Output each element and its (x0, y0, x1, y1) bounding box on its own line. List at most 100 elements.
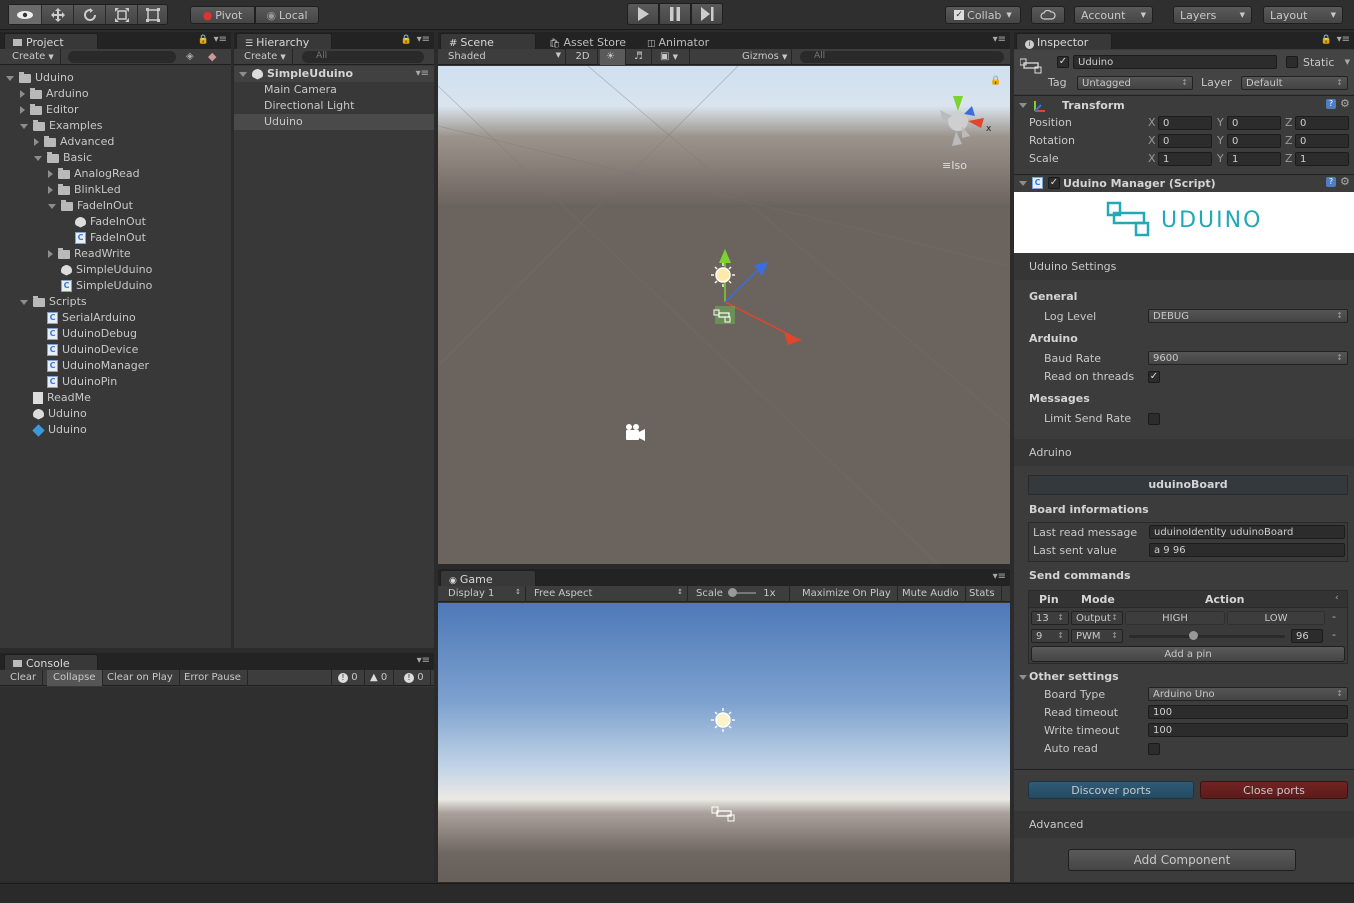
project-tree-item[interactable]: C SerialArduino (34, 310, 136, 326)
project-tree-item[interactable]: C SimpleUduino (48, 278, 152, 294)
project-tree-item[interactable]: Basic (34, 150, 92, 166)
remove-pin-button[interactable]: - (1332, 628, 1336, 641)
y-field[interactable]: 0 (1227, 134, 1281, 148)
cloud-button[interactable] (1031, 6, 1065, 24)
layers-dropdown[interactable]: Layers ▼ (1173, 6, 1252, 24)
help-icon[interactable]: ? (1326, 177, 1336, 187)
panel-menu-icon[interactable]: ▾≡ (417, 34, 430, 45)
mode-dropdown[interactable]: PWM (1071, 629, 1123, 643)
tab-scene[interactable]: # Scene (440, 33, 536, 49)
game-viewport[interactable] (438, 603, 1010, 882)
lock-icon[interactable]: 🔒 (401, 35, 412, 45)
scene-search-input[interactable]: All (800, 51, 1004, 63)
scale-slider-thumb[interactable] (728, 588, 738, 597)
collapse-arrow-icon[interactable] (20, 90, 25, 98)
foldout-arrow-icon[interactable] (1019, 675, 1027, 680)
z-field[interactable]: 1 (1295, 152, 1349, 166)
layout-dropdown[interactable]: Layout ▼ (1263, 6, 1343, 24)
log-level-dropdown[interactable]: DEBUG (1148, 309, 1348, 323)
tab-game[interactable]: ◉ Game (440, 570, 536, 586)
aspect-dropdown[interactable]: Free Aspect ↕ (528, 586, 688, 602)
project-tree-item[interactable]: Uduino (6, 70, 74, 86)
expand-arrow-icon[interactable] (6, 75, 14, 81)
tab-inspector[interactable]: i Inspector (1016, 33, 1112, 49)
component-enabled-checkbox[interactable]: ✓ (1048, 177, 1060, 189)
tab-asset-store[interactable]: 🛍 Asset Store (540, 33, 633, 49)
hierarchy-create-dropdown[interactable]: Create ▼ (238, 49, 293, 65)
scene-viewport[interactable]: x ≡Iso 🔒 (438, 66, 1010, 564)
panel-menu-icon[interactable]: ▾≡ (417, 655, 430, 666)
read-timeout-field[interactable]: 100 (1148, 705, 1348, 719)
effects-toggle-button[interactable]: ▣ ▼ (654, 49, 690, 65)
z-field[interactable]: 0 (1295, 116, 1349, 130)
rotate-tool-button[interactable] (73, 5, 105, 24)
game-scale-slider[interactable]: Scale 1x (690, 586, 790, 602)
auto-read-checkbox[interactable] (1148, 743, 1160, 755)
project-tree-item[interactable]: Editor (20, 102, 79, 118)
audio-toggle-button[interactable]: ♬ (628, 49, 652, 65)
project-tree-item[interactable]: Uduino (20, 422, 87, 438)
low-button[interactable]: LOW (1227, 611, 1325, 625)
project-tree-item[interactable]: FadeInOut (62, 214, 146, 230)
tag-dropdown[interactable]: Untagged (1077, 76, 1193, 90)
collapse-arrow-icon[interactable] (48, 186, 53, 194)
console-warn-toggle[interactable]: ▲ 0 (364, 670, 395, 686)
collapse-arrow-icon[interactable] (34, 138, 39, 146)
pin-dropdown[interactable]: 13 (1031, 611, 1069, 625)
hierarchy-item[interactable]: Main Camera (234, 82, 434, 98)
project-tree-item[interactable]: C UduinoManager (34, 358, 149, 374)
foldout-arrow-icon[interactable] (1019, 181, 1027, 186)
scale-slider-track[interactable] (728, 588, 757, 597)
rect-tool-button[interactable] (137, 5, 168, 24)
tab-animator[interactable]: ◫ Animator (638, 33, 716, 49)
limit-send-rate-checkbox[interactable] (1148, 413, 1160, 425)
pivot-button[interactable]: ● Pivot (190, 6, 255, 24)
static-checkbox[interactable] (1286, 56, 1298, 68)
collapse-arrow-icon[interactable] (48, 170, 53, 178)
lighting-toggle-button[interactable]: ☀ (600, 49, 626, 65)
project-tree-item[interactable]: Scripts (20, 294, 87, 310)
project-tree-item[interactable]: Arduino (20, 86, 89, 102)
add-pin-button[interactable]: Add a pin (1031, 646, 1345, 662)
console-error-toggle[interactable]: ! 0 (398, 670, 431, 686)
pwm-slider-thumb[interactable] (1189, 631, 1199, 640)
mute-audio-toggle[interactable]: Mute Audio (896, 586, 966, 602)
high-button[interactable]: HIGH (1125, 611, 1225, 625)
panel-menu-icon[interactable]: ▾≡ (993, 571, 1006, 582)
expand-arrow-icon[interactable] (20, 123, 28, 129)
filter-type-icon[interactable]: ◈ (186, 51, 194, 62)
board-type-dropdown[interactable]: Arduino Uno (1148, 687, 1348, 701)
y-field[interactable]: 0 (1227, 116, 1281, 130)
display-dropdown[interactable]: Display 1 ↕ (442, 586, 526, 602)
move-tool-button[interactable] (41, 5, 73, 24)
tab-hierarchy[interactable]: ☰ Hierarchy (236, 33, 332, 49)
console-log-area[interactable] (0, 687, 434, 881)
hierarchy-item[interactable]: Uduino (234, 114, 434, 130)
expand-arrow-icon[interactable] (48, 203, 56, 209)
close-ports-button[interactable]: Close ports (1200, 781, 1348, 799)
project-tree-item[interactable]: C UduinoDebug (34, 326, 137, 342)
project-tree-item[interactable]: BlinkLed (48, 182, 121, 198)
discover-ports-button[interactable]: Discover ports (1028, 781, 1194, 799)
collapse-arrow-icon[interactable] (48, 250, 53, 258)
mode-dropdown[interactable]: Output (1071, 611, 1123, 625)
scene-menu-icon[interactable]: ▾≡ (416, 66, 429, 82)
lock-icon[interactable]: 🔒 (198, 35, 209, 45)
2d-toggle-button[interactable]: 2D (568, 49, 598, 65)
gizmos-dropdown[interactable]: Gizmos ▼ (736, 49, 792, 65)
project-tree-item[interactable]: C UduinoPin (34, 374, 117, 390)
project-create-dropdown[interactable]: Create ▼ (6, 49, 61, 65)
foldout-arrow-icon[interactable] (1019, 103, 1027, 108)
x-field[interactable]: 0 (1158, 116, 1212, 130)
lock-icon[interactable]: 🔒 (990, 76, 1001, 86)
tab-project[interactable]: Project (4, 33, 98, 49)
baud-rate-dropdown[interactable]: 9600 (1148, 351, 1348, 365)
write-timeout-field[interactable]: 100 (1148, 723, 1348, 737)
project-tree-item[interactable]: AnalogRead (48, 166, 140, 182)
hierarchy-scene-row[interactable]: SimpleUduino ▾≡ (234, 66, 434, 82)
hand-tool-button[interactable] (9, 5, 41, 24)
collab-button[interactable]: ✓ Collab ▼ (945, 6, 1021, 24)
expand-arrow-icon[interactable] (20, 299, 28, 305)
pin-dropdown[interactable]: 9 (1031, 629, 1069, 643)
layer-dropdown[interactable]: Default (1241, 76, 1348, 90)
